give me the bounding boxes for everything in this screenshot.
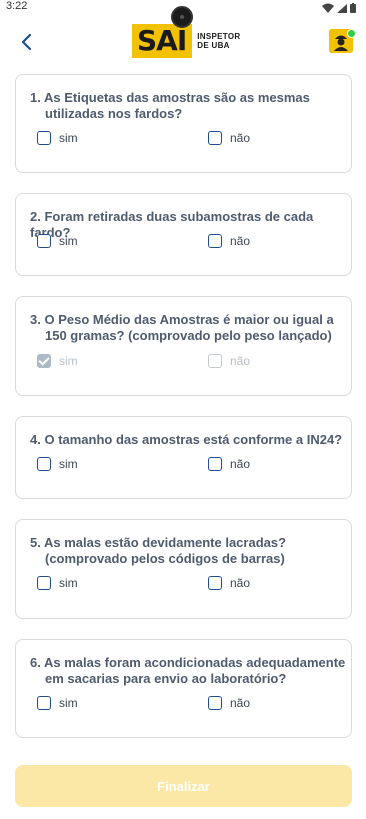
status-icons [320,1,360,13]
option-nao[interactable]: não [208,576,250,590]
option-nao[interactable]: não [208,696,250,710]
online-status-dot [347,29,356,38]
option-nao[interactable]: não [208,457,250,471]
signal-icon [337,4,347,13]
app-logo: SAI INSPETOR DE UBA [132,24,240,58]
question-card-3: 3. O Peso Médio das Amostras é maior ou … [15,296,352,396]
checkbox-sim[interactable] [37,131,51,145]
question-text: 5. As malas estão devidamente lacradas? … [30,535,287,566]
chevron-left-icon [21,33,32,51]
camera-cutout [171,6,193,28]
option-sim[interactable]: sim [37,576,78,590]
option-nao[interactable]: não [208,131,250,145]
question-card-5: 5. As malas estão devidamente lacradas? … [15,519,352,619]
option-nao[interactable]: não [208,234,250,248]
option-sim[interactable]: sim [37,696,78,710]
app-header: SAI INSPETOR DE UBA [0,6,366,70]
question-text: 1. As Etiquetas das amostras são as mesm… [30,90,310,121]
question-card-2: 2. Foram retiradas duas subamostras de c… [15,193,352,276]
question-text: 4. O tamanho das amostras está conforme … [30,432,343,447]
battery-icon [350,3,356,13]
question-card-1: 1. As Etiquetas das amostras são as mesm… [15,74,352,173]
checkbox-nao[interactable] [208,234,222,248]
checkbox-nao[interactable] [208,696,222,710]
checkbox-nao[interactable] [208,457,222,471]
back-button[interactable] [14,28,38,56]
checkbox-sim[interactable] [37,457,51,471]
checkbox-sim-checked [37,354,51,368]
option-nao: não [208,354,250,368]
option-sim: sim [37,354,78,368]
status-time: 3:22 [6,0,28,12]
finalize-button[interactable]: Finalizar [15,765,352,807]
checkbox-nao[interactable] [208,576,222,590]
question-text: 6. As malas foram acondicionadas adequad… [30,655,346,686]
checkbox-sim[interactable] [37,576,51,590]
question-card-6: 6. As malas foram acondicionadas adequad… [15,639,352,738]
checkbox-sim[interactable] [37,234,51,248]
checkbox-nao [208,354,222,368]
option-sim[interactable]: sim [37,234,78,248]
checkbox-nao[interactable] [208,131,222,145]
option-sim[interactable]: sim [37,457,78,471]
question-text: 2. Foram retiradas duas subamostras de c… [30,209,314,240]
checkbox-sim[interactable] [37,696,51,710]
wifi-icon [322,3,334,13]
logo-mark: SAI [132,24,193,58]
option-sim[interactable]: sim [37,131,78,145]
question-card-4: 4. O tamanho das amostras está conforme … [15,416,352,499]
logo-subtitle: INSPETOR DE UBA [197,32,241,50]
question-text: 3. O Peso Médio das Amostras é maior ou … [30,312,334,343]
